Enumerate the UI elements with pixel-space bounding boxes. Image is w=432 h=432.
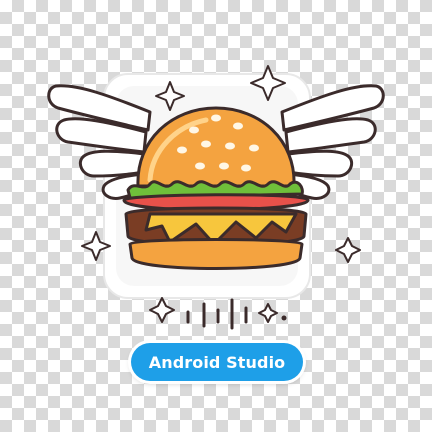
sparkle-icon	[258, 303, 278, 323]
bottom-bun	[128, 238, 304, 270]
android-studio-badge: Android Studio	[131, 343, 303, 381]
sparkle-icon	[335, 237, 361, 263]
motion-dot	[281, 315, 287, 321]
motion-lines	[186, 298, 248, 330]
sparkle-icon	[149, 297, 175, 323]
